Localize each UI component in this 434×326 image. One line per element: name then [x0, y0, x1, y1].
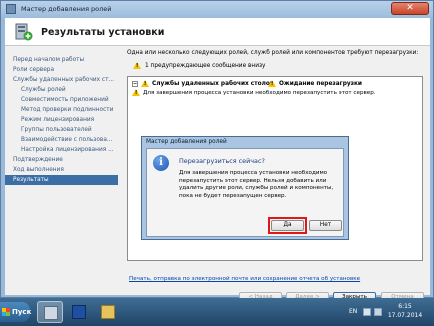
nav-step-before-you-begin[interactable]: Перед началом работы — [5, 55, 118, 65]
dialog-message: Для завершения процесса установки необхо… — [179, 170, 334, 199]
network-icon[interactable] — [363, 308, 371, 316]
dialog-title: Мастер добавления ролей — [146, 139, 227, 145]
role-detail: Для завершения процесса установки необхо… — [132, 89, 376, 96]
nav-step-authentication-method[interactable]: Метод проверки подлинности — [5, 105, 118, 115]
nav-step-remote-desktop-services[interactable]: Службы удаленных рабочих ст... — [5, 75, 118, 85]
print-email-save-report-link[interactable]: Печать, отправка по электронной почте ил… — [129, 276, 360, 282]
page-title: Результаты установки — [41, 27, 165, 38]
role-detail-text: Для завершения процесса установки необхо… — [143, 89, 376, 96]
nav-step-confirmation[interactable]: Подтверждение — [5, 155, 118, 165]
title-bar[interactable]: Мастер добавления ролей ✕ — [1, 1, 433, 18]
taskbar-explorer[interactable] — [95, 301, 121, 323]
window-close-button[interactable]: ✕ — [391, 2, 429, 15]
folder-icon — [101, 305, 115, 319]
server-roles-icon — [15, 23, 33, 41]
role-status: Ожидание перезагрузки — [268, 80, 362, 87]
restart-dialog: Мастер добавления ролей i Перезагрузитьс… — [141, 136, 349, 240]
yes-button-highlight — [268, 217, 307, 234]
server-manager-icon — [44, 306, 58, 320]
taskbar-powershell[interactable] — [66, 301, 92, 323]
clock-date[interactable]: 17.07.2014 — [384, 312, 426, 319]
volume-icon[interactable] — [374, 308, 382, 316]
detail-warning-icon — [132, 89, 140, 96]
powershell-icon — [72, 305, 86, 319]
clock-time[interactable]: 6:15 — [386, 303, 424, 310]
collapse-icon[interactable]: − — [132, 80, 138, 87]
taskbar: Пуск EN 6:15 17.07.2014 — [0, 298, 434, 326]
nav-step-role-services[interactable]: Службы ролей — [5, 85, 118, 95]
role-result-row[interactable]: − Службы удаленных рабочих столов — [132, 80, 273, 87]
warning-summary: 1 предупреждающее сообщение внизу — [133, 61, 265, 70]
nav-step-user-experience[interactable]: Взаимодействие с пользова... — [5, 135, 118, 145]
intro-text: Одна или несколько следующих ролей, служ… — [127, 50, 419, 56]
nav-step-licensing-mode[interactable]: Режим лицензирования — [5, 115, 118, 125]
wizard-app-icon — [6, 4, 16, 14]
nav-step-results[interactable]: Результаты — [5, 175, 118, 185]
taskbar-server-manager[interactable] — [37, 301, 63, 323]
info-icon: i — [153, 155, 169, 171]
status-warning-icon — [268, 80, 276, 87]
wizard-header: Результаты установки — [5, 18, 430, 46]
window-title: Мастер добавления ролей — [21, 5, 112, 13]
warning-summary-text: 1 предупреждающее сообщение внизу — [145, 62, 266, 69]
role-status-text: Ожидание перезагрузки — [279, 80, 362, 87]
dialog-body: i Перезагрузиться сейчас? Для завершения… — [146, 148, 344, 237]
nav-step-user-groups[interactable]: Группы пользователей — [5, 125, 118, 135]
role-warning-icon — [141, 80, 149, 87]
nav-step-server-roles[interactable]: Роли сервера — [5, 65, 118, 75]
warning-icon — [133, 62, 141, 69]
role-name: Службы удаленных рабочих столов — [152, 80, 274, 87]
dialog-question: Перезагрузиться сейчас? — [179, 157, 265, 165]
start-button[interactable]: Пуск — [0, 302, 31, 322]
nav-step-app-compatibility[interactable]: Совместимость приложений — [5, 95, 118, 105]
wizard-steps-nav: Перед началом работы Роли сервера Службы… — [5, 47, 120, 295]
nav-step-licensing-config[interactable]: Настройка лицензирования ... — [5, 145, 118, 155]
no-button[interactable]: Нет — [309, 220, 342, 231]
nav-step-progress[interactable]: Ход выполнения — [5, 165, 118, 175]
language-indicator[interactable]: EN — [349, 308, 357, 315]
